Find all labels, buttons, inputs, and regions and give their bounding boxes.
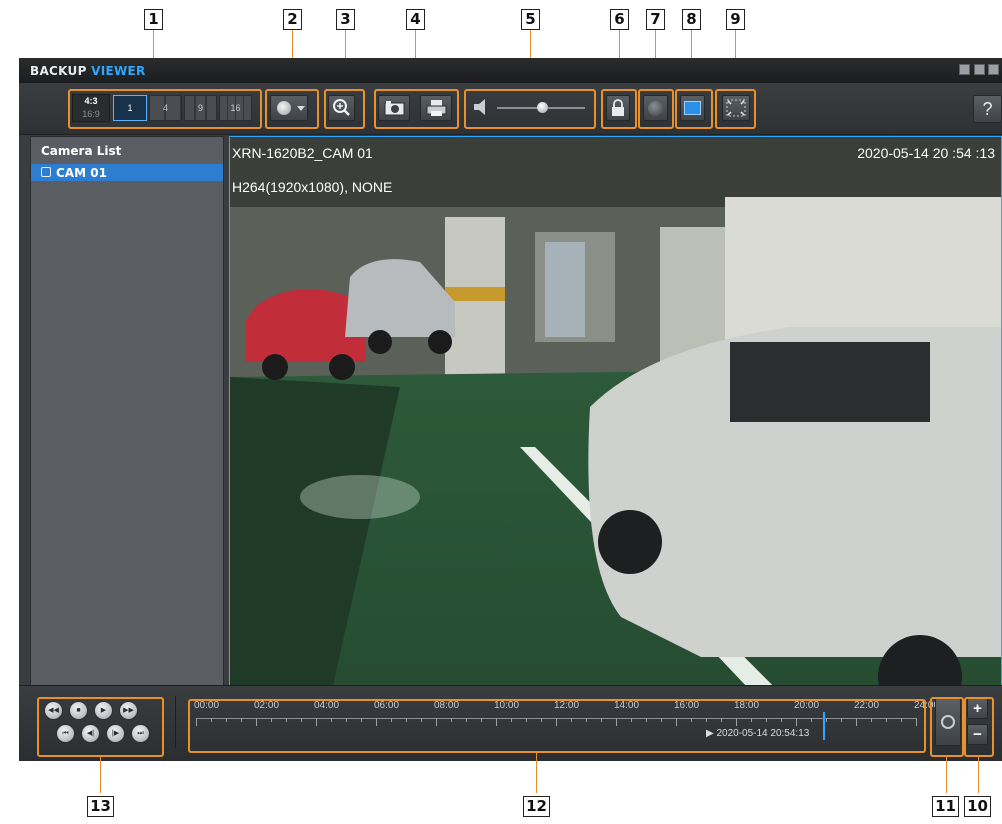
highlight-group-10 — [964, 697, 994, 757]
highlight-group-5 — [464, 89, 596, 129]
highlight-group-6 — [601, 89, 637, 129]
camera-list-title: Camera List — [41, 144, 122, 158]
callout-9: 9 — [726, 9, 745, 30]
highlight-group-4 — [374, 89, 459, 129]
video-frame — [230, 137, 1001, 743]
help-button[interactable]: ? — [973, 95, 1002, 123]
highlight-group-11 — [930, 697, 964, 757]
title-bar: BACKUP VIEWER — [19, 58, 1002, 83]
callout-4: 4 — [406, 9, 425, 30]
app-title: BACKUP VIEWER — [30, 64, 146, 78]
camera-name-overlay: XRN-1620B2_CAM 01 — [232, 145, 373, 161]
highlight-group-9 — [715, 89, 756, 129]
camera-list-item[interactable]: CAM 01 — [31, 164, 223, 181]
highlight-group-3 — [324, 89, 365, 129]
codec-info-overlay: H264(1920x1080), NONE — [232, 179, 393, 195]
highlight-group-1 — [68, 89, 262, 129]
highlight-group-13 — [37, 697, 164, 757]
camera-icon — [41, 167, 51, 177]
close-icon[interactable] — [988, 64, 999, 75]
callout-6: 6 — [610, 9, 629, 30]
minimize-icon[interactable] — [959, 64, 970, 75]
callout-10: 10 — [964, 796, 991, 817]
callout-1: 1 — [144, 9, 163, 30]
callout-13: 13 — [87, 796, 114, 817]
callout-12: 12 — [523, 796, 550, 817]
timestamp-overlay: 2020-05-14 20 :54 :13 — [857, 145, 995, 161]
camera-list-item-label: CAM 01 — [56, 166, 107, 180]
highlight-group-8 — [675, 89, 713, 129]
maximize-icon[interactable] — [974, 64, 985, 75]
camera-list-panel: Camera List CAM 01 — [30, 136, 224, 744]
divider — [175, 696, 176, 748]
callout-11: 11 — [932, 796, 959, 817]
video-viewport[interactable]: XRN-1620B2_CAM 01 2020-05-14 20 :54 :13 … — [229, 136, 1002, 744]
callout-3: 3 — [336, 9, 355, 30]
highlight-group-7 — [638, 89, 674, 129]
highlight-group-2 — [265, 89, 319, 129]
callout-5: 5 — [521, 9, 540, 30]
help-icon: ? — [982, 99, 993, 119]
callout-8: 8 — [682, 9, 701, 30]
backup-viewer-window: BACKUP VIEWER 4:3 16:9 1 4 9 16 ? Camera… — [19, 58, 1002, 761]
highlight-group-12 — [188, 699, 926, 753]
callout-7: 7 — [646, 9, 665, 30]
callout-2: 2 — [283, 9, 302, 30]
